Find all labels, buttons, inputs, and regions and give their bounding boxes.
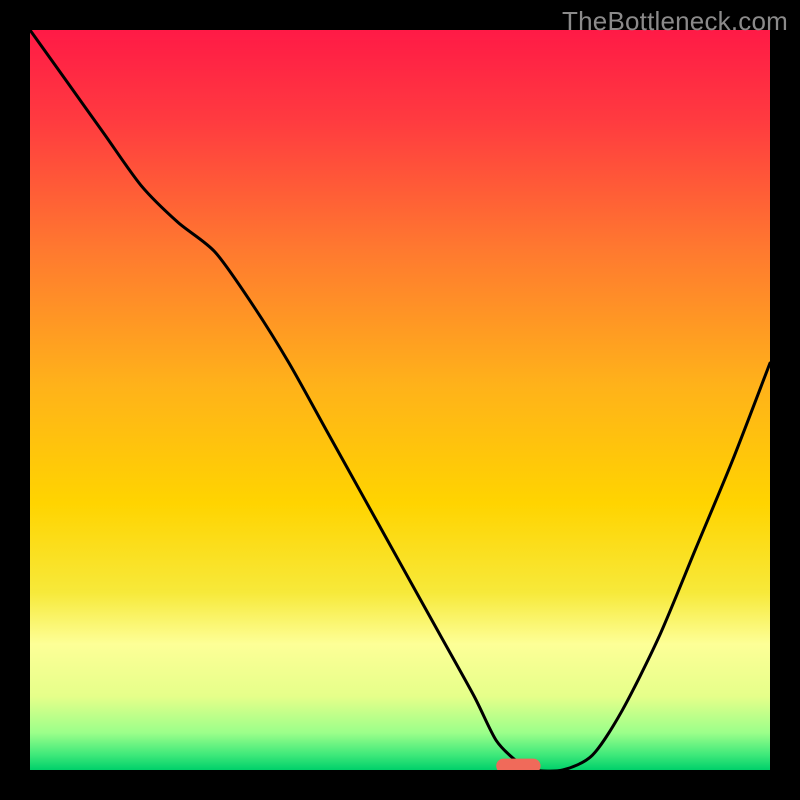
chart-svg (30, 30, 770, 770)
chart-frame: TheBottleneck.com (0, 0, 800, 800)
plot-area (30, 30, 770, 770)
gradient-background (30, 30, 770, 770)
watermark-text: TheBottleneck.com (562, 6, 788, 37)
optimal-marker (496, 759, 540, 770)
